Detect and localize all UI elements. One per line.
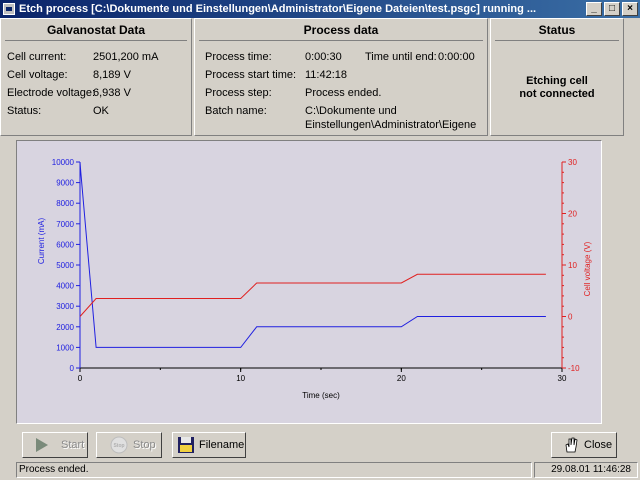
left-tick-label: 6000 bbox=[56, 240, 74, 249]
play-icon bbox=[36, 438, 48, 452]
status-value: OK bbox=[93, 105, 109, 117]
start-label: Start bbox=[61, 439, 85, 451]
start-button[interactable]: Start bbox=[22, 432, 88, 458]
voltage-series-line bbox=[79, 273, 546, 317]
batch-name-value-line2: Einstellungen\Administrator\Eigene bbox=[305, 119, 477, 131]
time-until-end-label: Time until end: bbox=[365, 51, 437, 63]
stop-label: Stop bbox=[133, 439, 156, 451]
left-tick-label: 2000 bbox=[56, 323, 74, 332]
left-tick-label: 4000 bbox=[56, 282, 74, 291]
status-line1: Etching cell bbox=[526, 75, 588, 87]
right-tick-label: -10 bbox=[568, 364, 580, 373]
batch-name-value-line1: C:\Dokumente und bbox=[305, 105, 397, 117]
left-tick-label: 8000 bbox=[56, 199, 74, 208]
left-tick-label: 3000 bbox=[56, 302, 74, 311]
electrode-voltage-label: Electrode voltage: bbox=[7, 87, 96, 99]
close-button[interactable]: Close bbox=[551, 432, 617, 458]
chart-svg: 0 10 20 30 0 1000 2000 3000 4000 5000 6000 7000 8000… bbox=[37, 158, 592, 400]
stop-sign-icon: Stop bbox=[110, 436, 128, 454]
galvanostat-panel: Galvanostat Data Cell current: 2501,200 … bbox=[0, 18, 192, 136]
status-panel: Status Etching cell not connected bbox=[490, 18, 624, 136]
process-panel: Process data Process time: 0:00:30 Time … bbox=[194, 18, 488, 136]
process-start-label: Process start time: bbox=[205, 69, 297, 81]
status-line2: not connected bbox=[519, 88, 595, 100]
chart-area: 0 10 20 30 0 1000 2000 3000 4000 5000 6000 7000 8000… bbox=[16, 140, 602, 424]
current-series-line bbox=[79, 161, 546, 348]
process-step-label: Process step: bbox=[205, 87, 272, 99]
x-tick-label: 0 bbox=[78, 374, 83, 383]
stop-icon-text: Stop bbox=[113, 443, 124, 449]
left-tick-label: 1000 bbox=[56, 343, 74, 352]
close-label: Close bbox=[584, 439, 613, 451]
stop-button[interactable]: Stop Stop bbox=[96, 432, 162, 458]
right-tick-label: 10 bbox=[568, 261, 577, 270]
left-tick-label: 7000 bbox=[56, 220, 74, 229]
app-icon bbox=[3, 3, 15, 15]
status-label: Status: bbox=[7, 105, 42, 117]
right-tick-label: 0 bbox=[568, 313, 573, 322]
close-window-button[interactable]: × bbox=[622, 2, 638, 16]
x-axis-label: Time (sec) bbox=[302, 391, 340, 400]
left-tick-label: 9000 bbox=[56, 179, 74, 188]
right-axis-label: Cell voltage (V) bbox=[583, 241, 592, 296]
statusbar-datetime: 29.08.01 11:46:28 bbox=[534, 462, 638, 478]
left-axis-label: Current (mA) bbox=[37, 218, 46, 265]
filename-button[interactable]: Filename bbox=[172, 432, 246, 458]
filename-label: Filename bbox=[199, 439, 245, 451]
process-time-value: 0:00:30 bbox=[305, 51, 342, 63]
x-tick-label: 30 bbox=[558, 374, 567, 383]
process-time-label: Process time: bbox=[205, 51, 272, 63]
batch-name-label: Batch name: bbox=[205, 105, 267, 117]
cell-voltage-label: Cell voltage: bbox=[7, 69, 68, 81]
maximize-button[interactable]: □ bbox=[604, 2, 620, 16]
window-title: Etch process [C:\Dokumente und Einstellu… bbox=[19, 3, 537, 15]
cell-voltage-value: 8,189 V bbox=[93, 69, 131, 81]
minimize-button[interactable]: _ bbox=[586, 2, 602, 16]
status-title: Status bbox=[495, 19, 619, 41]
electrode-voltage-value: 6,938 V bbox=[93, 87, 131, 99]
right-tick-label: 30 bbox=[568, 158, 577, 167]
process-step-value: Process ended. bbox=[305, 87, 382, 99]
time-until-end-value: 0:00:00 bbox=[438, 51, 475, 63]
galvanostat-title: Galvanostat Data bbox=[5, 19, 187, 41]
window-titlebar[interactable]: Etch process [C:\Dokumente und Einstellu… bbox=[0, 0, 640, 18]
right-tick-label: 20 bbox=[568, 210, 577, 219]
process-start-value: 11:42:18 bbox=[305, 69, 348, 81]
x-tick-label: 10 bbox=[236, 374, 245, 383]
floppy-disk-icon bbox=[178, 437, 194, 453]
cell-current-value: 2501,200 mA bbox=[93, 51, 159, 63]
left-tick-label: 5000 bbox=[56, 261, 74, 270]
hand-icon bbox=[565, 437, 578, 453]
x-tick-label: 20 bbox=[397, 374, 406, 383]
left-tick-label: 0 bbox=[70, 364, 75, 373]
cell-current-label: Cell current: bbox=[7, 51, 67, 63]
left-tick-label: 10000 bbox=[52, 158, 75, 167]
process-title: Process data bbox=[199, 19, 483, 41]
statusbar-message: Process ended. bbox=[16, 462, 532, 478]
